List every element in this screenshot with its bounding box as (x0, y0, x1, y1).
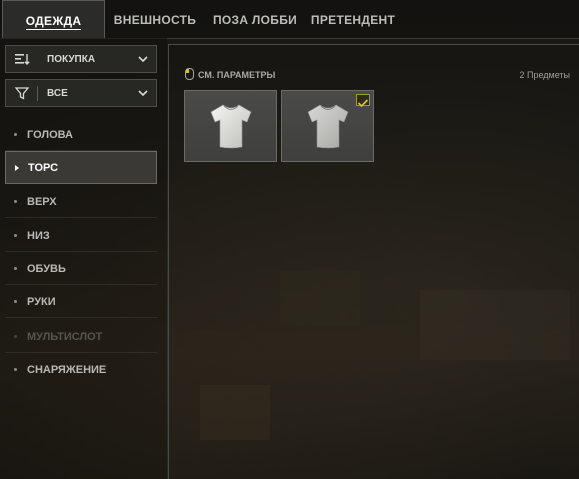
chevron-down-icon (138, 90, 148, 97)
view-params-label: СМ. ПАРАМЕТРЫ (198, 70, 276, 80)
category-label: ВЕРХ (27, 196, 57, 208)
bullet-icon (14, 267, 17, 270)
sort-icon (15, 54, 30, 65)
category-sidebar: ПОКУПКА ВСЕ ГОЛОВА ТОРС ВЕРХ НИЗ ОБУВЬ Р… (0, 38, 167, 479)
tab-contender-label: ПРЕТЕНДЕНТ (310, 13, 396, 27)
bullet-icon (14, 234, 17, 237)
item-slot-equipped[interactable] (281, 90, 374, 162)
category-bottom[interactable]: НИЗ (5, 220, 157, 252)
tab-contender[interactable]: ПРЕТЕНДЕНТ (306, 0, 400, 38)
category-top[interactable]: ВЕРХ (5, 186, 157, 218)
filter-icon (14, 87, 30, 100)
item-slot[interactable] (184, 90, 277, 162)
tshirt-icon (210, 104, 252, 149)
category-label: ТОРС (28, 162, 59, 174)
view-params[interactable]: СМ. ПАРАМЕТРЫ (185, 68, 275, 80)
tab-lobby-pose-label: ПОЗА ЛОББИ (212, 13, 298, 27)
bullet-icon (14, 300, 17, 303)
category-label: ГОЛОВА (27, 129, 73, 141)
sort-dropdown-label: ПОКУПКА (47, 54, 96, 65)
tab-lobby-pose[interactable]: ПОЗА ЛОББИ (210, 0, 300, 38)
category-label: РУКИ (27, 296, 56, 308)
tab-clothing-label: ОДЕЖДА (25, 14, 82, 30)
category-label: МУЛЬТИСЛОТ (27, 331, 103, 343)
tab-bar: ОДЕЖДА ВНЕШНОСТЬ ПОЗА ЛОББИ ПРЕТЕНДЕНТ (0, 0, 579, 39)
item-count: 2 Предметы (519, 70, 570, 80)
category-hands[interactable]: РУКИ (5, 286, 157, 318)
dropdown-separator (37, 86, 38, 101)
mouse-icon (185, 68, 194, 80)
category-shoes[interactable]: ОБУВЬ (5, 253, 157, 285)
category-label: НИЗ (27, 230, 50, 242)
sort-dropdown[interactable]: ПОКУПКА (5, 45, 157, 73)
chevron-down-icon (138, 56, 148, 63)
category-label: СНАРЯЖЕНИЕ (27, 364, 107, 376)
bullet-icon (14, 133, 17, 136)
category-label: ОБУВЬ (27, 263, 66, 275)
category-torso[interactable]: ТОРС (5, 151, 157, 184)
tab-clothing[interactable]: ОДЕЖДА (2, 0, 105, 38)
tab-appearance-label: ВНЕШНОСТЬ (113, 13, 197, 27)
filter-dropdown[interactable]: ВСЕ (5, 79, 157, 107)
equipped-check-icon (356, 94, 370, 108)
tab-appearance[interactable]: ВНЕШНОСТЬ (110, 0, 200, 38)
category-multislot: МУЛЬТИСЛОТ (5, 321, 157, 353)
arrow-right-icon (15, 165, 19, 171)
category-gear[interactable]: СНАРЯЖЕНИЕ (5, 354, 157, 386)
bullet-icon (14, 335, 17, 338)
item-panel: СМ. ПАРАМЕТРЫ 2 Предметы (168, 44, 579, 479)
bullet-icon (14, 200, 17, 203)
tshirt-icon (307, 104, 349, 149)
filter-dropdown-label: ВСЕ (47, 88, 68, 99)
bullet-icon (14, 368, 17, 371)
category-head[interactable]: ГОЛОВА (5, 119, 157, 151)
